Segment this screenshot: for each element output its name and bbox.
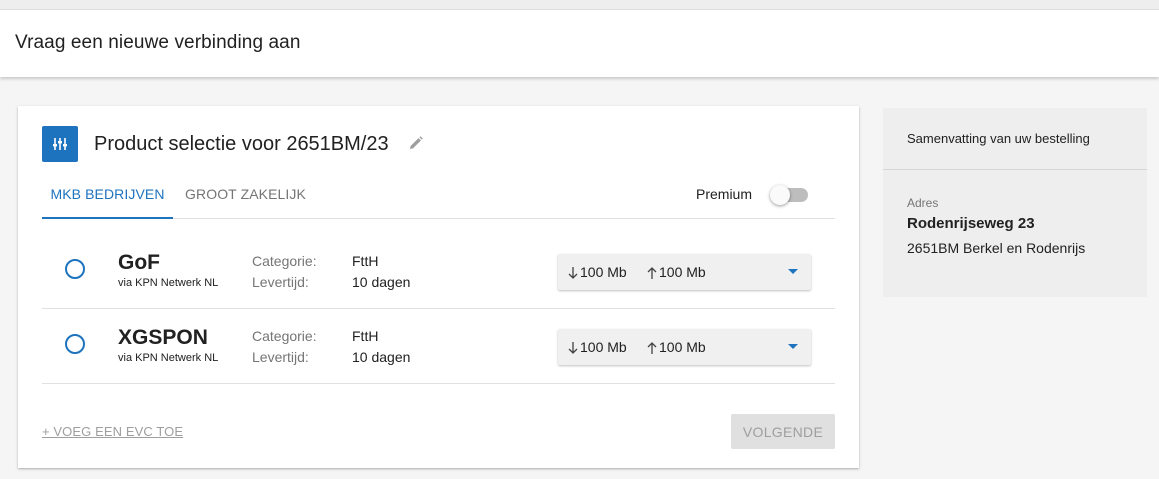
categorie-label: Categorie: <box>252 253 317 269</box>
upload-speed: 100 Mb <box>647 264 706 280</box>
product-radio[interactable] <box>65 259 85 279</box>
speed-select[interactable]: 100 Mb 100 Mb <box>558 329 811 365</box>
product-provider: via KPN Netwerk NL <box>118 352 219 364</box>
arrow-up-icon <box>647 342 657 354</box>
next-button[interactable]: VOLGENDE <box>731 414 835 449</box>
arrow-down-icon <box>568 342 578 354</box>
download-speed-value: 100 Mb <box>580 339 627 355</box>
page-header: Vraag een nieuwe verbinding aan <box>0 10 1159 77</box>
speed-select[interactable]: 100 Mb 100 Mb <box>558 254 811 290</box>
levertijd-label: Levertijd: <box>252 349 309 365</box>
upload-speed: 100 Mb <box>647 339 706 355</box>
categorie-label: Categorie: <box>252 328 317 344</box>
summary-title: Samenvatting van uw bestelling <box>907 131 1090 146</box>
address-city: 2651BM Berkel en Rodenrijs <box>907 240 1086 256</box>
product-name: XGSPON <box>118 326 208 349</box>
levertijd-value: 10 dagen <box>352 274 411 290</box>
dropdown-caret-icon <box>788 269 798 274</box>
pencil-icon[interactable] <box>409 136 425 152</box>
premium-label: Premium <box>696 186 753 202</box>
equalizer-sliders-icon <box>42 126 78 162</box>
arrow-down-icon <box>568 267 578 279</box>
summary-header: Samenvatting van uw bestelling <box>883 108 1147 170</box>
premium-toggle[interactable] <box>770 185 808 205</box>
levertijd-value: 10 dagen <box>352 349 411 365</box>
product-radio[interactable] <box>65 334 85 354</box>
upload-speed-value: 100 Mb <box>659 264 706 280</box>
levertijd-label: Levertijd: <box>252 274 309 290</box>
product-row: XGSPON via KPN Netwerk NL Categorie: Ftt… <box>42 309 835 384</box>
arrow-up-icon <box>647 267 657 279</box>
page-title: Vraag een nieuwe verbinding aan <box>15 32 301 53</box>
product-provider: via KPN Netwerk NL <box>118 277 219 289</box>
categorie-value: FttH <box>352 328 379 344</box>
receipt-zigzag-edge <box>883 283 1147 297</box>
tab-mkb-bedrijven[interactable]: MKB BEDRIJVEN <box>42 174 173 219</box>
product-selection-card: Product selectie voor 2651BM/23 MKB BEDR… <box>18 106 859 468</box>
toggle-knob <box>770 185 790 205</box>
upload-speed-value: 100 Mb <box>659 339 706 355</box>
dropdown-caret-icon <box>788 344 798 349</box>
card-title: Product selectie voor 2651BM/23 <box>94 133 389 155</box>
categorie-value: FttH <box>352 253 379 269</box>
address-label: Adres <box>907 196 939 210</box>
product-name: GoF <box>118 251 160 274</box>
add-evc-link[interactable]: + VOEG EEN EVC TOE <box>42 424 183 439</box>
address-street: Rodenrijseweg 23 <box>907 215 1035 232</box>
download-speed: 100 Mb <box>568 264 627 280</box>
order-summary-panel: Samenvatting van uw bestelling Adres Rod… <box>883 108 1147 297</box>
download-speed: 100 Mb <box>568 339 627 355</box>
product-row: GoF via KPN Netwerk NL Categorie: FttH L… <box>42 234 835 309</box>
tab-groot-zakelijk[interactable]: GROOT ZAKELIJK <box>185 174 306 217</box>
top-strip <box>0 0 1159 10</box>
download-speed-value: 100 Mb <box>580 264 627 280</box>
